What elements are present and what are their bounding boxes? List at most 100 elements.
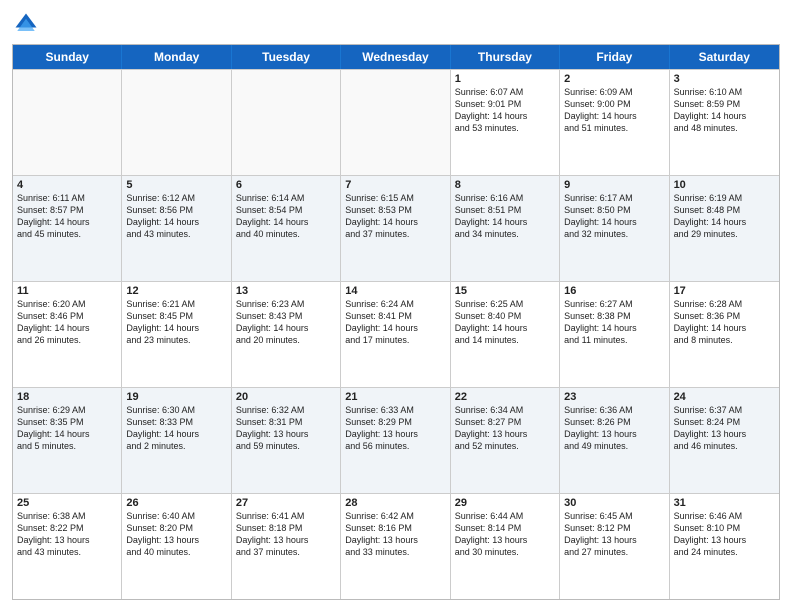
day-number: 22 (455, 391, 555, 403)
day-number: 8 (455, 179, 555, 191)
day-cell-22: 22Sunrise: 6:34 AM Sunset: 8:27 PM Dayli… (451, 388, 560, 493)
day-cell-20: 20Sunrise: 6:32 AM Sunset: 8:31 PM Dayli… (232, 388, 341, 493)
header-day-sunday: Sunday (13, 45, 122, 69)
day-cell-10: 10Sunrise: 6:19 AM Sunset: 8:48 PM Dayli… (670, 176, 779, 281)
day-info: Sunrise: 6:25 AM Sunset: 8:40 PM Dayligh… (455, 298, 555, 347)
header-day-wednesday: Wednesday (341, 45, 450, 69)
day-number: 24 (674, 391, 775, 403)
day-info: Sunrise: 6:20 AM Sunset: 8:46 PM Dayligh… (17, 298, 117, 347)
day-number: 13 (236, 285, 336, 297)
day-number: 26 (126, 497, 226, 509)
week-row-4: 18Sunrise: 6:29 AM Sunset: 8:35 PM Dayli… (13, 387, 779, 493)
day-number: 25 (17, 497, 117, 509)
day-number: 31 (674, 497, 775, 509)
day-info: Sunrise: 6:30 AM Sunset: 8:33 PM Dayligh… (126, 404, 226, 453)
day-number: 11 (17, 285, 117, 297)
day-number: 27 (236, 497, 336, 509)
day-info: Sunrise: 6:07 AM Sunset: 9:01 PM Dayligh… (455, 86, 555, 135)
day-info: Sunrise: 6:45 AM Sunset: 8:12 PM Dayligh… (564, 510, 664, 559)
day-cell-1: 1Sunrise: 6:07 AM Sunset: 9:01 PM Daylig… (451, 70, 560, 175)
day-cell-30: 30Sunrise: 6:45 AM Sunset: 8:12 PM Dayli… (560, 494, 669, 599)
empty-cell (13, 70, 122, 175)
day-cell-16: 16Sunrise: 6:27 AM Sunset: 8:38 PM Dayli… (560, 282, 669, 387)
day-number: 15 (455, 285, 555, 297)
day-cell-3: 3Sunrise: 6:10 AM Sunset: 8:59 PM Daylig… (670, 70, 779, 175)
day-number: 18 (17, 391, 117, 403)
day-info: Sunrise: 6:15 AM Sunset: 8:53 PM Dayligh… (345, 192, 445, 241)
day-info: Sunrise: 6:33 AM Sunset: 8:29 PM Dayligh… (345, 404, 445, 453)
day-info: Sunrise: 6:38 AM Sunset: 8:22 PM Dayligh… (17, 510, 117, 559)
day-cell-31: 31Sunrise: 6:46 AM Sunset: 8:10 PM Dayli… (670, 494, 779, 599)
day-info: Sunrise: 6:16 AM Sunset: 8:51 PM Dayligh… (455, 192, 555, 241)
day-cell-14: 14Sunrise: 6:24 AM Sunset: 8:41 PM Dayli… (341, 282, 450, 387)
day-cell-21: 21Sunrise: 6:33 AM Sunset: 8:29 PM Dayli… (341, 388, 450, 493)
calendar-header-row: SundayMondayTuesdayWednesdayThursdayFrid… (13, 45, 779, 69)
day-number: 30 (564, 497, 664, 509)
day-number: 21 (345, 391, 445, 403)
day-cell-7: 7Sunrise: 6:15 AM Sunset: 8:53 PM Daylig… (341, 176, 450, 281)
day-info: Sunrise: 6:09 AM Sunset: 9:00 PM Dayligh… (564, 86, 664, 135)
header-day-friday: Friday (560, 45, 669, 69)
day-cell-4: 4Sunrise: 6:11 AM Sunset: 8:57 PM Daylig… (13, 176, 122, 281)
calendar-body: 1Sunrise: 6:07 AM Sunset: 9:01 PM Daylig… (13, 69, 779, 599)
day-number: 3 (674, 73, 775, 85)
week-row-1: 1Sunrise: 6:07 AM Sunset: 9:01 PM Daylig… (13, 69, 779, 175)
day-number: 16 (564, 285, 664, 297)
day-info: Sunrise: 6:19 AM Sunset: 8:48 PM Dayligh… (674, 192, 775, 241)
header-day-thursday: Thursday (451, 45, 560, 69)
header-day-tuesday: Tuesday (232, 45, 341, 69)
day-number: 10 (674, 179, 775, 191)
header-day-saturday: Saturday (670, 45, 779, 69)
day-cell-23: 23Sunrise: 6:36 AM Sunset: 8:26 PM Dayli… (560, 388, 669, 493)
day-info: Sunrise: 6:28 AM Sunset: 8:36 PM Dayligh… (674, 298, 775, 347)
day-cell-9: 9Sunrise: 6:17 AM Sunset: 8:50 PM Daylig… (560, 176, 669, 281)
empty-cell (341, 70, 450, 175)
day-number: 6 (236, 179, 336, 191)
day-cell-12: 12Sunrise: 6:21 AM Sunset: 8:45 PM Dayli… (122, 282, 231, 387)
day-cell-17: 17Sunrise: 6:28 AM Sunset: 8:36 PM Dayli… (670, 282, 779, 387)
day-number: 23 (564, 391, 664, 403)
day-cell-2: 2Sunrise: 6:09 AM Sunset: 9:00 PM Daylig… (560, 70, 669, 175)
day-info: Sunrise: 6:40 AM Sunset: 8:20 PM Dayligh… (126, 510, 226, 559)
day-info: Sunrise: 6:24 AM Sunset: 8:41 PM Dayligh… (345, 298, 445, 347)
day-cell-13: 13Sunrise: 6:23 AM Sunset: 8:43 PM Dayli… (232, 282, 341, 387)
calendar: SundayMondayTuesdayWednesdayThursdayFrid… (12, 44, 780, 600)
empty-cell (232, 70, 341, 175)
day-cell-18: 18Sunrise: 6:29 AM Sunset: 8:35 PM Dayli… (13, 388, 122, 493)
day-number: 12 (126, 285, 226, 297)
day-cell-5: 5Sunrise: 6:12 AM Sunset: 8:56 PM Daylig… (122, 176, 231, 281)
day-number: 5 (126, 179, 226, 191)
day-number: 7 (345, 179, 445, 191)
day-info: Sunrise: 6:34 AM Sunset: 8:27 PM Dayligh… (455, 404, 555, 453)
day-number: 28 (345, 497, 445, 509)
day-cell-15: 15Sunrise: 6:25 AM Sunset: 8:40 PM Dayli… (451, 282, 560, 387)
day-info: Sunrise: 6:21 AM Sunset: 8:45 PM Dayligh… (126, 298, 226, 347)
day-info: Sunrise: 6:12 AM Sunset: 8:56 PM Dayligh… (126, 192, 226, 241)
day-number: 2 (564, 73, 664, 85)
day-cell-28: 28Sunrise: 6:42 AM Sunset: 8:16 PM Dayli… (341, 494, 450, 599)
day-cell-11: 11Sunrise: 6:20 AM Sunset: 8:46 PM Dayli… (13, 282, 122, 387)
day-info: Sunrise: 6:42 AM Sunset: 8:16 PM Dayligh… (345, 510, 445, 559)
day-number: 4 (17, 179, 117, 191)
day-number: 1 (455, 73, 555, 85)
day-cell-8: 8Sunrise: 6:16 AM Sunset: 8:51 PM Daylig… (451, 176, 560, 281)
day-number: 20 (236, 391, 336, 403)
day-number: 14 (345, 285, 445, 297)
day-info: Sunrise: 6:10 AM Sunset: 8:59 PM Dayligh… (674, 86, 775, 135)
day-cell-25: 25Sunrise: 6:38 AM Sunset: 8:22 PM Dayli… (13, 494, 122, 599)
day-cell-29: 29Sunrise: 6:44 AM Sunset: 8:14 PM Dayli… (451, 494, 560, 599)
day-cell-19: 19Sunrise: 6:30 AM Sunset: 8:33 PM Dayli… (122, 388, 231, 493)
day-number: 9 (564, 179, 664, 191)
day-cell-6: 6Sunrise: 6:14 AM Sunset: 8:54 PM Daylig… (232, 176, 341, 281)
day-info: Sunrise: 6:37 AM Sunset: 8:24 PM Dayligh… (674, 404, 775, 453)
day-number: 29 (455, 497, 555, 509)
day-info: Sunrise: 6:14 AM Sunset: 8:54 PM Dayligh… (236, 192, 336, 241)
logo-icon (12, 10, 40, 38)
day-cell-27: 27Sunrise: 6:41 AM Sunset: 8:18 PM Dayli… (232, 494, 341, 599)
page: SundayMondayTuesdayWednesdayThursdayFrid… (0, 0, 792, 612)
day-info: Sunrise: 6:27 AM Sunset: 8:38 PM Dayligh… (564, 298, 664, 347)
header (12, 10, 780, 38)
week-row-2: 4Sunrise: 6:11 AM Sunset: 8:57 PM Daylig… (13, 175, 779, 281)
day-info: Sunrise: 6:41 AM Sunset: 8:18 PM Dayligh… (236, 510, 336, 559)
day-info: Sunrise: 6:44 AM Sunset: 8:14 PM Dayligh… (455, 510, 555, 559)
